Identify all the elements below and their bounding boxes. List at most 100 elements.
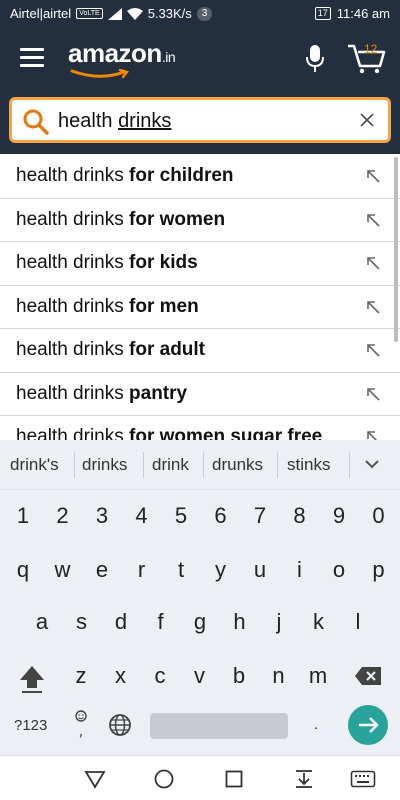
fill-query-arrow-icon[interactable]	[364, 167, 382, 185]
key-k[interactable]: k	[301, 609, 337, 635]
word-prediction[interactable]: drunks	[212, 455, 263, 475]
key-9[interactable]: 9	[321, 503, 357, 529]
suggestion-item[interactable]: health drinks pantry	[0, 373, 400, 416]
fill-query-arrow-icon[interactable]	[364, 385, 382, 403]
key-1[interactable]: 1	[5, 503, 41, 529]
key-r[interactable]: r	[124, 557, 160, 583]
microphone-icon[interactable]	[304, 44, 326, 74]
signal-icon	[107, 7, 122, 20]
suggestion-item[interactable]: health drinks for women sugar free	[0, 416, 400, 440]
prediction-divider	[143, 452, 144, 478]
menu-icon[interactable]	[20, 48, 44, 68]
volte-badge: VoLTE	[76, 8, 103, 19]
clear-icon[interactable]	[358, 111, 376, 129]
suggestion-prefix: health drinks	[16, 252, 130, 274]
keyboard-icon[interactable]	[350, 768, 376, 790]
suggestion-completion: for kids	[129, 252, 198, 274]
key-f[interactable]: f	[143, 609, 179, 635]
key-3[interactable]: 3	[84, 503, 120, 529]
search-input[interactable]: health drinks	[9, 97, 391, 143]
key-b[interactable]: b	[221, 663, 257, 689]
key-2[interactable]: 2	[45, 503, 81, 529]
notification-pull-icon[interactable]	[293, 768, 315, 790]
prediction-divider	[349, 452, 350, 478]
suggestion-item[interactable]: health drinks for women	[0, 199, 400, 242]
chevron-down-icon[interactable]	[364, 456, 380, 472]
key-g[interactable]: g	[182, 609, 218, 635]
prediction-divider	[203, 452, 204, 478]
suggestion-prefix: health drinks	[16, 295, 130, 317]
key-0[interactable]: 0	[361, 503, 397, 529]
suggestion-text: health drinks for kids	[16, 252, 198, 274]
key-e[interactable]: e	[84, 557, 120, 583]
suggestion-text: health drinks pantry	[16, 383, 187, 405]
key-v[interactable]: v	[182, 663, 218, 689]
key-8[interactable]: 8	[282, 503, 318, 529]
fill-query-arrow-icon[interactable]	[364, 298, 382, 316]
suggestion-completion: for women sugar free	[129, 426, 323, 440]
word-prediction[interactable]: drinks	[82, 455, 127, 475]
suggestion-item[interactable]: health drinks for adult	[0, 329, 400, 373]
key-t[interactable]: t	[163, 557, 199, 583]
suggestion-prefix: health drinks	[16, 208, 130, 230]
suggestion-scrollbar[interactable]	[394, 157, 398, 342]
fill-query-arrow-icon[interactable]	[364, 341, 382, 359]
key-z[interactable]: z	[63, 663, 99, 689]
key-7[interactable]: 7	[242, 503, 278, 529]
word-prediction[interactable]: stinks	[287, 455, 330, 475]
amazon-logo[interactable]: amazon.in	[68, 38, 176, 79]
key-y[interactable]: y	[203, 557, 239, 583]
suggestion-completion: for children	[129, 165, 234, 187]
svg-text:,: ,	[79, 724, 83, 738]
key-4[interactable]: 4	[124, 503, 160, 529]
space-key[interactable]	[150, 713, 288, 739]
suggestion-item[interactable]: health drinks for children	[0, 155, 400, 199]
suggestion-prefix: health drinks	[16, 382, 130, 404]
word-prediction[interactable]: drink	[152, 455, 189, 475]
emoji-icon[interactable]: ,	[72, 710, 90, 738]
key-n[interactable]: n	[261, 663, 297, 689]
key-w[interactable]: w	[45, 557, 81, 583]
key-x[interactable]: x	[103, 663, 139, 689]
key-o[interactable]: o	[321, 557, 357, 583]
suggestion-item[interactable]: health drinks for kids	[0, 242, 400, 286]
key-p[interactable]: p	[361, 557, 397, 583]
key-j[interactable]: j	[261, 609, 297, 635]
shift-icon[interactable]	[18, 664, 46, 694]
home-icon[interactable]	[153, 768, 175, 790]
key-u[interactable]: u	[242, 557, 278, 583]
key-5[interactable]: 5	[163, 503, 199, 529]
key-d[interactable]: d	[103, 609, 139, 635]
key-6[interactable]: 6	[203, 503, 239, 529]
key-q[interactable]: q	[5, 557, 41, 583]
search-query-prefix: health	[58, 110, 119, 132]
suggestion-item[interactable]: health drinks for men	[0, 286, 400, 329]
soft-keyboard: drink's drinks drink drunks stinks ?123 , . …	[0, 440, 400, 755]
logo-smile-icon	[70, 69, 130, 79]
key-h[interactable]: h	[222, 609, 258, 635]
back-icon[interactable]	[84, 768, 106, 790]
key-a[interactable]: a	[24, 609, 60, 635]
keyboard-suggestion-strip: drink's drinks drink drunks stinks	[0, 440, 400, 490]
fill-query-arrow-icon[interactable]	[364, 428, 382, 440]
key-m[interactable]: m	[300, 663, 336, 689]
fill-query-arrow-icon[interactable]	[364, 211, 382, 229]
fill-query-arrow-icon[interactable]	[364, 254, 382, 272]
key-i[interactable]: i	[282, 557, 318, 583]
prediction-divider	[74, 452, 75, 478]
key-s[interactable]: s	[64, 609, 100, 635]
search-query-text[interactable]: health drinks	[58, 110, 171, 133]
network-speed: 5.33K/s	[147, 6, 192, 21]
suggestion-text: health drinks for men	[16, 296, 199, 318]
symbols-key[interactable]: ?123	[14, 717, 47, 734]
search-icon	[23, 109, 49, 135]
enter-key[interactable]	[348, 705, 388, 745]
backspace-icon[interactable]	[354, 666, 382, 686]
suggestion-prefix: health drinks	[16, 339, 130, 361]
key-c[interactable]: c	[142, 663, 178, 689]
key-l[interactable]: l	[340, 609, 376, 635]
period-key[interactable]: .	[314, 716, 318, 733]
word-prediction[interactable]: drink's	[10, 455, 59, 475]
globe-icon[interactable]	[108, 713, 132, 737]
recents-icon[interactable]	[223, 768, 245, 790]
